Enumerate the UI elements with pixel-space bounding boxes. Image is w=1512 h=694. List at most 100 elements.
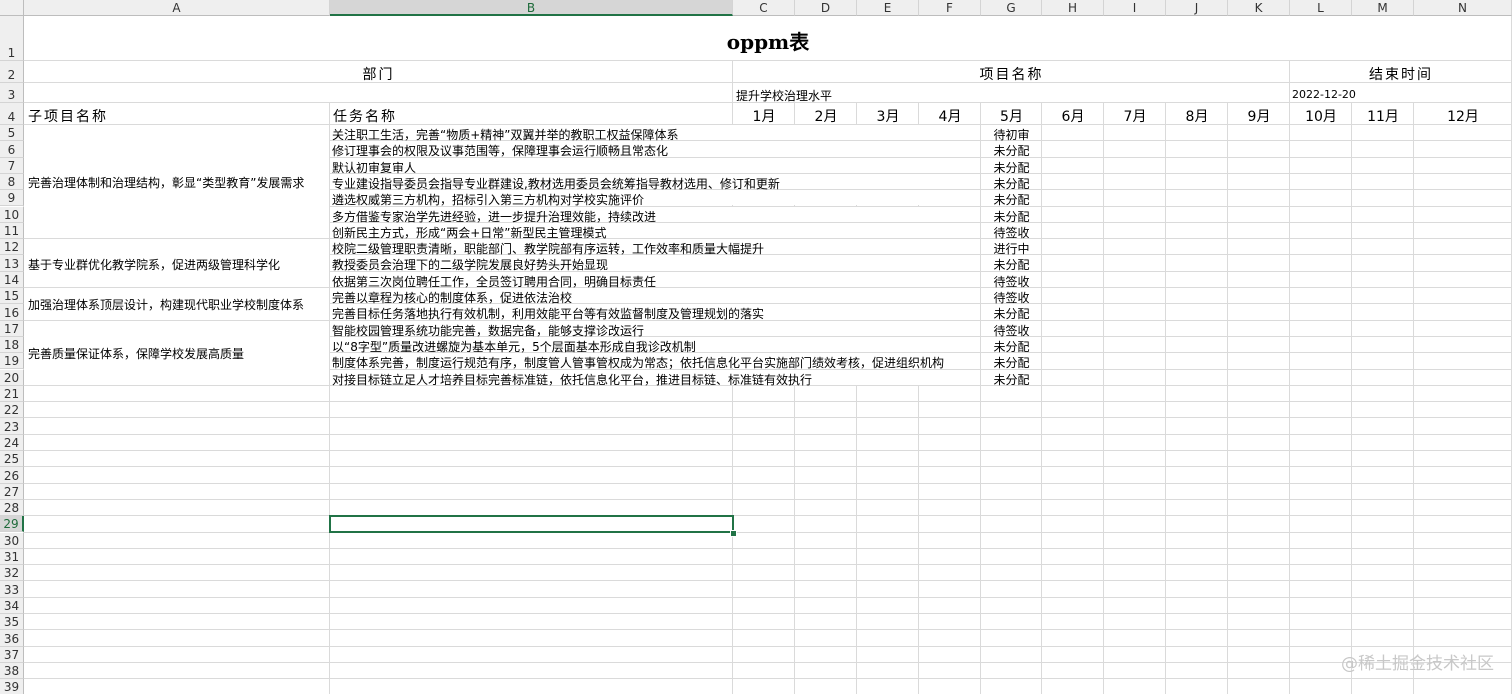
row-header-32[interactable]: 32 [0,565,24,582]
subproject-name: 基于专业群优化教学院系，促进两级管理科学化 [28,257,281,272]
row-header-39[interactable]: 39 [0,679,24,694]
row-header-35[interactable]: 35 [0,614,24,631]
row-header-4[interactable]: 4 [0,103,24,125]
task-status: 待签收 [993,225,1030,240]
column-header-k[interactable]: K [1228,0,1290,16]
sheet-title: oppm表 [726,30,810,54]
row-header-33[interactable]: 33 [0,581,24,598]
subproject-name: 完善质量保证体系，保障学校发展高质量 [28,347,245,362]
row-header-22[interactable]: 22 [0,402,24,419]
column-header-e[interactable]: E [857,0,919,16]
row-header-21[interactable]: 21 [0,385,24,403]
row-header-31[interactable]: 31 [0,548,24,566]
row-header-15[interactable]: 15 [0,288,24,305]
row-header-5[interactable]: 5 [0,125,24,142]
task-name: 默认初审复审人 [332,160,417,175]
row-header-14[interactable]: 14 [0,271,24,288]
task-status: 待初审 [993,128,1030,142]
month-header: 9月 [1247,109,1271,125]
column-header-g[interactable]: G [981,0,1042,16]
grid-hline [24,515,1512,517]
selected-cell[interactable] [329,515,734,534]
task-status: 待签收 [993,323,1030,338]
row-header-8[interactable]: 8 [0,173,24,191]
task-name: 校院二级管理职责清晰，职能部门、教学院部有序运转，工作效率和质量大幅提升 [332,242,765,257]
fill-handle[interactable] [730,529,737,537]
task-status: 未分配 [993,176,1030,191]
row-header-29[interactable]: 29 [0,516,24,533]
row-header-12[interactable]: 12 [0,239,24,256]
row-header-7[interactable]: 7 [0,157,24,174]
column-header-j[interactable]: J [1166,0,1228,16]
task-status: 未分配 [993,258,1030,273]
grid-hline [24,482,1512,484]
grid-hline [24,613,1512,614]
column-header-m[interactable]: M [1352,0,1414,16]
grid-vline [329,16,330,694]
row-header-11[interactable]: 11 [0,222,24,240]
task-status: 未分配 [993,356,1030,371]
row-header-27[interactable]: 27 [0,483,24,500]
task-name: 智能校园管理系统功能完善，数据完备，能够支撑诊改运行 [332,323,645,338]
task-name: 对接目标链立足人才培养目标完善标准链，依托信息化平台，推进目标链、标准链有效执行 [332,372,813,387]
row-header-6[interactable]: 6 [0,141,24,158]
grid-hline [24,401,1512,403]
row-header-34[interactable]: 34 [0,597,24,614]
row-header-9[interactable]: 9 [0,190,24,207]
grid-hline [24,580,1512,582]
task-name: 多方借鉴专家治学先进经验，进一步提升治理效能，持续改进 [332,209,657,224]
grid-hline [24,417,1512,419]
row-header-2[interactable]: 2 [0,61,24,83]
row-header-13[interactable]: 13 [0,255,24,272]
row-header-10[interactable]: 10 [0,206,24,223]
column-header-n[interactable]: N [1414,0,1512,16]
column-header-d[interactable]: D [795,0,857,16]
row-header-18[interactable]: 18 [0,336,24,354]
month-header: 5月 [1000,109,1023,125]
project-name-label: 项目名称 [979,67,1044,83]
task-name: 遴选权威第三方机构，招标引入第三方机构对学校实施评价 [332,193,645,208]
grid-hline [24,661,1512,663]
row-header-1[interactable]: 1 [0,16,24,61]
subproject-header: 子项目名称 [28,109,108,125]
row-header-37[interactable]: 37 [0,646,24,663]
grid-hline [24,645,1512,647]
row-header-36[interactable]: 36 [0,630,24,647]
month-header: 12月 [1447,109,1479,125]
column-header-l[interactable]: L [1290,0,1352,16]
month-header: 6月 [1061,109,1085,125]
row-header-30[interactable]: 30 [0,532,24,549]
row-header-38[interactable]: 38 [0,662,24,680]
row-header-19[interactable]: 19 [0,353,24,370]
row-header-23[interactable]: 23 [0,418,24,435]
row-header-25[interactable]: 25 [0,451,24,468]
column-header-f[interactable]: F [919,0,981,16]
month-header: 2月 [814,109,838,125]
row-header-16[interactable]: 16 [0,304,24,321]
select-all-corner[interactable] [0,0,24,16]
row-header-28[interactable]: 28 [0,499,24,517]
task-status: 进行中 [993,242,1030,257]
task-status: 未分配 [993,372,1030,387]
row-header-24[interactable]: 24 [0,434,24,451]
task-name: 修订理事会的权限及议事范围等，保障理事会运行顺畅且常态化 [332,144,669,159]
task-name: 依据第三次岗位聘任工作，全员签订聘用合同，明确目标责任 [332,274,657,289]
task-name: 完善目标任务落地执行有效机制，利用效能平台等有效监督制度及管理规划的落实 [332,307,765,322]
grid-hline [24,629,1512,631]
column-header-c[interactable]: C [733,0,795,16]
row-header-3[interactable]: 3 [0,83,24,103]
column-header-b[interactable]: B [330,0,733,16]
spreadsheet-grid[interactable]: A B C D E F G H I J K L M N 1 2 3 4 5 6 7 8 9 10 11 12 13 14 15 16 17 1… [0,0,1512,694]
month-header: 10月 [1305,109,1337,125]
task-status: 待签收 [993,291,1030,305]
column-header-a[interactable]: A [24,0,330,16]
column-header-h[interactable]: H [1042,0,1104,16]
subproject-name: 完善治理体制和治理结构，彰显“类型教育”发展需求 [28,176,305,191]
row-header-20[interactable]: 20 [0,369,24,386]
grid-hline [24,564,1512,566]
column-header-i[interactable]: I [1104,0,1166,16]
row-header-26[interactable]: 26 [0,467,24,484]
month-header: 7月 [1123,109,1147,125]
row-header-17[interactable]: 17 [0,320,24,337]
grid-hline [24,596,1512,598]
